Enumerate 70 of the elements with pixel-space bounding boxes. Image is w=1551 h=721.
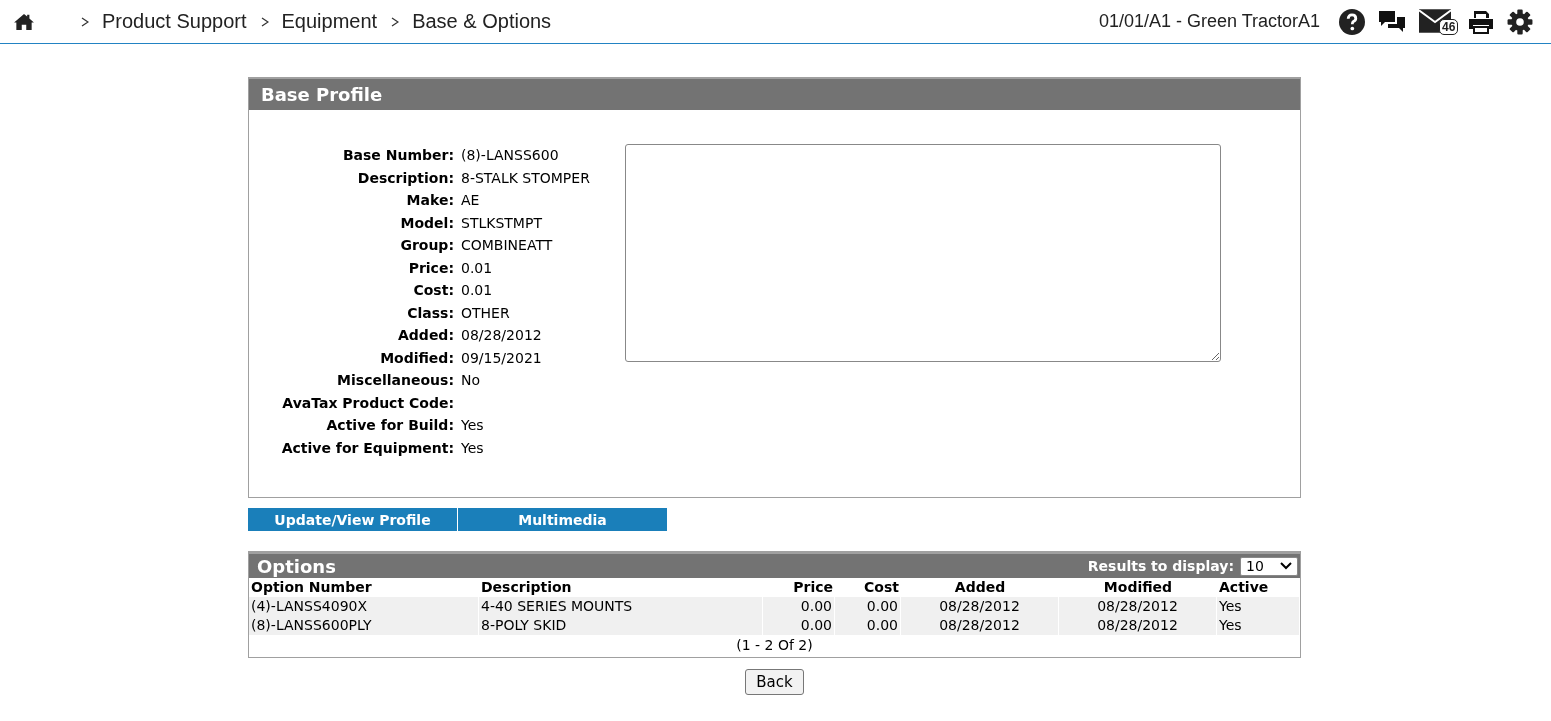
location-label: 01/01/A1 - Green TractorA1 xyxy=(1098,11,1320,32)
table-cell: 0.00 xyxy=(835,597,901,616)
results-select[interactable]: 10 xyxy=(1240,556,1298,576)
field-value: No xyxy=(461,372,481,389)
help-icon[interactable] xyxy=(1339,8,1365,35)
breadcrumb-link[interactable]: Equipment xyxy=(281,10,378,33)
chat-bubbles-icon[interactable] xyxy=(1378,9,1406,34)
field-label: Miscellaneous: xyxy=(336,372,455,389)
panel-title: Base Profile xyxy=(261,84,383,105)
print-icon[interactable] xyxy=(1468,9,1494,34)
field-value: 08/28/2012 xyxy=(461,327,542,344)
column-header: Added xyxy=(953,578,1007,597)
table-cell: Yes xyxy=(1217,597,1300,616)
field-label: Make: xyxy=(405,192,455,209)
back-button[interactable]: Back xyxy=(745,669,804,695)
field-label: Active for Equipment: xyxy=(280,439,455,456)
home-icon[interactable] xyxy=(13,12,35,31)
chevron-icon xyxy=(260,16,269,27)
results-label: Results to display: xyxy=(1087,558,1234,574)
field-label: AvaTax Product Code: xyxy=(281,394,455,411)
action-tab-button[interactable]: Update/View Profile xyxy=(248,508,457,531)
field-value: STLKSTMPT xyxy=(461,214,542,231)
breadcrumb-link[interactable]: Base & Options xyxy=(412,10,552,33)
field-label: Added: xyxy=(397,327,455,344)
field-value: OTHER xyxy=(461,304,510,321)
field-label: Description: xyxy=(356,169,455,186)
table-cell: 08/28/2012 xyxy=(901,597,1059,616)
caret-icon xyxy=(1280,562,1292,570)
column-header: Option Number xyxy=(250,578,373,597)
table-cell: (4)-LANSS4090X xyxy=(249,597,479,616)
column-header: Modified xyxy=(1102,578,1174,597)
field-value: COMBINEATT xyxy=(461,237,553,254)
table-cell: 0.00 xyxy=(763,597,835,616)
table-cell: 08/28/2012 xyxy=(1059,616,1217,635)
field-label: Model: xyxy=(399,214,455,231)
table-cell: Yes xyxy=(1217,616,1300,635)
field-value: 0.01 xyxy=(461,259,493,276)
table-cell: 08/28/2012 xyxy=(901,616,1059,635)
field-label: Base Number: xyxy=(341,147,455,164)
table-cell: 4-40 SERIES MOUNTS xyxy=(479,597,763,616)
field-value: 8-STALK STOMPER xyxy=(461,169,590,186)
field-label: Modified: xyxy=(379,349,455,366)
field-label: Class: xyxy=(406,304,455,321)
column-header: Cost xyxy=(863,578,900,597)
mail-count-badge: 46 xyxy=(1439,18,1459,35)
column-header: Active xyxy=(1218,578,1270,597)
panel-title: Options xyxy=(257,555,336,577)
field-value: AE xyxy=(461,192,480,209)
column-header: Description xyxy=(480,578,573,597)
table-cell: (8)-LANSS600PLY xyxy=(249,616,479,635)
field-value: Yes xyxy=(461,417,484,434)
table-cell: 0.00 xyxy=(835,616,901,635)
field-value: 0.01 xyxy=(461,282,493,299)
chevron-icon xyxy=(391,16,400,27)
field-value: Yes xyxy=(461,439,484,456)
field-label: Active for Build: xyxy=(325,417,455,434)
field-label: Group: xyxy=(399,237,455,254)
field-value: 09/15/2021 xyxy=(461,349,542,366)
chevron-icon xyxy=(81,16,89,27)
settings-icon[interactable] xyxy=(1507,8,1533,35)
field-label: Cost: xyxy=(412,282,455,299)
breadcrumb-link[interactable]: Product Support xyxy=(102,10,247,33)
column-header: Price xyxy=(792,578,834,597)
action-tab-button[interactable]: Multimedia xyxy=(458,508,667,531)
field-value: (8)-LANSS600 xyxy=(461,147,559,164)
field-label: Price: xyxy=(407,259,455,276)
table-cell: 8-POLY SKID xyxy=(479,616,763,635)
table-cell: 08/28/2012 xyxy=(1059,597,1217,616)
pager-text: (1 - 2 Of 2) xyxy=(736,637,813,653)
table-cell: 0.00 xyxy=(763,616,835,635)
